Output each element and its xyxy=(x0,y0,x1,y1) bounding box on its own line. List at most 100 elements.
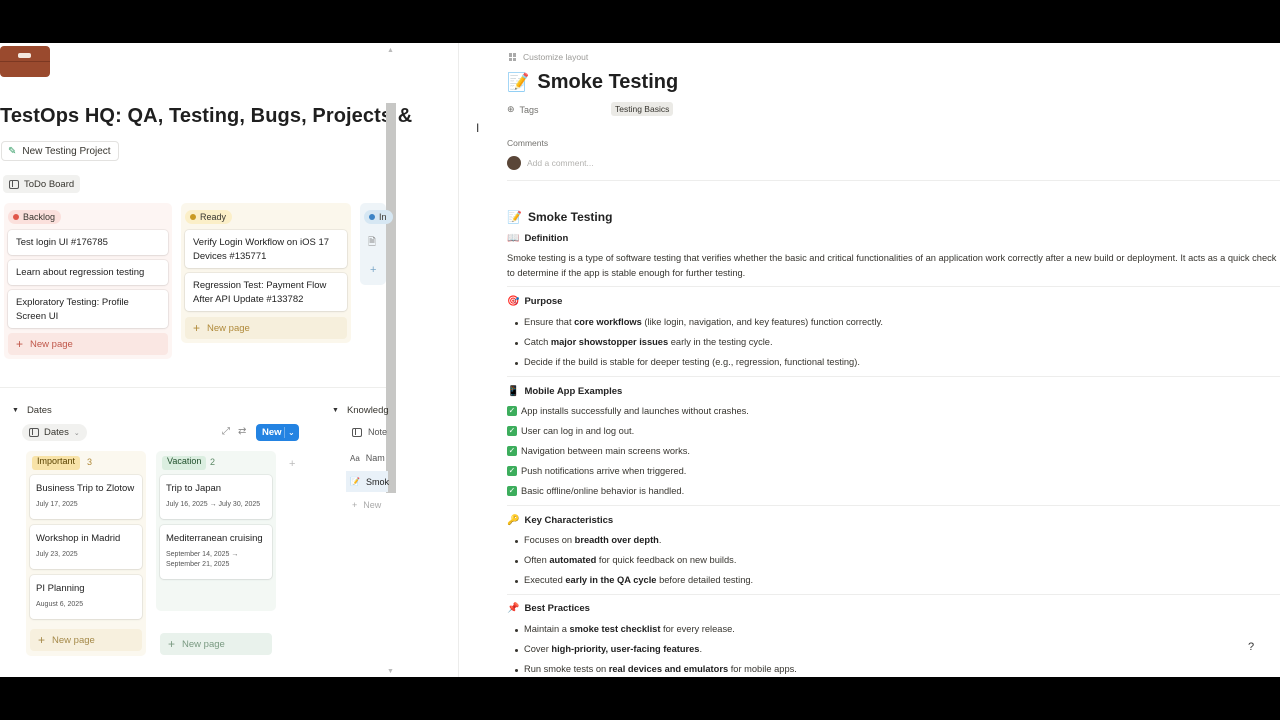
date-card[interactable]: Mediterranean cruising September 14, 202… xyxy=(160,525,272,579)
knowledge-new-row[interactable]: + New xyxy=(352,500,381,510)
knowledge-row-selected[interactable]: 📝 Smok xyxy=(346,471,389,492)
chevron-down-icon[interactable]: ⌄ xyxy=(285,428,295,437)
chevron-down-icon: ⌄ xyxy=(73,429,80,437)
bullet-bold: smoke test checklist xyxy=(569,624,661,634)
expand-icon[interactable]: ⤢ xyxy=(222,426,230,437)
bullet-text: before detailed testing. xyxy=(656,575,754,585)
new-testing-project-button[interactable]: ✎ New Testing Project xyxy=(1,141,119,161)
card-title: Trip to Japan xyxy=(166,483,222,494)
bullet-bold: high-priority, user-facing features xyxy=(551,644,700,654)
new-button[interactable]: New ⌄ xyxy=(256,424,299,441)
customize-layout-label: Customize layout xyxy=(523,52,589,62)
new-page-button[interactable]: + New page xyxy=(160,633,272,655)
plus-icon: + xyxy=(352,500,358,510)
knowledge-column-header[interactable]: Aa Nam xyxy=(350,453,385,463)
status-dot-icon xyxy=(369,214,375,220)
checklist-item: ✓ Basic offline/online behavior is handle… xyxy=(507,486,684,496)
dates-view-chip[interactable]: Dates ⌄ xyxy=(22,424,87,441)
help-icon[interactable]: ? xyxy=(1243,639,1259,655)
book-icon: 📖 xyxy=(507,233,520,244)
best-practices-heading-text: Best Practices xyxy=(524,603,590,614)
characteristics-bullet: Focuses on breadth over depth. xyxy=(514,535,661,545)
divider xyxy=(507,180,1280,181)
document-pane: Customize layout 📝 Smoke Testing ⊕ Tags … xyxy=(459,43,1280,677)
new-page-button[interactable]: + New page xyxy=(185,317,347,339)
comments-label: Comments xyxy=(507,138,549,148)
comment-input[interactable]: Add a comment... xyxy=(527,158,594,168)
plus-icon: + xyxy=(168,637,176,651)
bullet-bold: core workflows xyxy=(574,317,642,327)
card-title: Mediterranean cruising xyxy=(166,533,263,544)
memo-icon: 📝 xyxy=(507,210,522,224)
board-card[interactable]: Learn about regression testing xyxy=(8,260,168,285)
knowledge-section-toggle[interactable]: ▼ Knowledg xyxy=(332,405,389,416)
bullet-text: Focuses on xyxy=(524,535,575,545)
group-count: 2 xyxy=(210,457,216,467)
scrollbar[interactable] xyxy=(386,103,396,493)
bullet-text: (like login, navigation, and key feature… xyxy=(641,317,883,327)
bullet-bold: early in the QA cycle xyxy=(565,575,657,585)
date-card[interactable]: Workshop in Madrid July 23, 2025 xyxy=(30,525,142,569)
new-page-button[interactable]: + New page xyxy=(8,333,168,355)
settings-sliders-icon[interactable]: ⇄ xyxy=(238,426,246,437)
board-card[interactable]: Exploratory Testing: Profile Screen UI xyxy=(8,290,168,328)
bullet-text: Often xyxy=(524,555,550,565)
characteristics-heading: 🔑 Key Characteristics xyxy=(507,515,613,526)
check-mark-icon: ✓ xyxy=(507,426,517,436)
date-card[interactable]: Trip to Japan July 16, 2025 → July 30, 2… xyxy=(160,475,272,519)
status-pill-ready[interactable]: Ready xyxy=(185,210,233,224)
card-date: August 6, 2025 xyxy=(36,601,84,608)
status-pill-backlog[interactable]: Backlog xyxy=(8,210,62,224)
date-card[interactable]: Business Trip to Zlotow July 17, 2025 xyxy=(30,475,142,519)
text-cursor-icon: I xyxy=(476,121,480,135)
card-title: PI Planning xyxy=(36,583,85,594)
app-window: ▲ TestOps HQ: QA, Testing, Bugs, Project… xyxy=(0,43,1280,677)
divider xyxy=(507,286,1280,287)
group-label-important[interactable]: Important xyxy=(32,456,81,470)
customize-layout-button[interactable]: Customize layout xyxy=(509,52,588,62)
key-icon: 🔑 xyxy=(507,515,520,526)
definition-heading: 📖 Definition xyxy=(507,233,568,244)
view-tab-todo-board[interactable]: ToDo Board xyxy=(3,175,81,193)
dates-section-label: Dates xyxy=(26,405,52,416)
column-label: In xyxy=(379,212,387,222)
tags-property-label[interactable]: ⊕ Tags xyxy=(507,104,539,115)
board-card[interactable]: Test login UI #176785 xyxy=(8,230,168,255)
board-column-backlog: Backlog Test login UI #176785 Learn abou… xyxy=(4,203,172,359)
target-icon: 🎯 xyxy=(507,296,520,307)
group-column-important: Important 3 Business Trip to Zlotow July… xyxy=(26,451,146,656)
divider xyxy=(0,387,386,388)
new-page-label: New page xyxy=(207,322,250,334)
new-testing-project-label: New Testing Project xyxy=(22,145,111,157)
characteristics-bullet: Executed early in the QA cycle before de… xyxy=(514,575,754,585)
date-card[interactable]: PI Planning August 6, 2025 xyxy=(30,575,142,619)
dates-section-toggle[interactable]: ▼ Dates xyxy=(12,405,52,416)
knowledge-view-tab[interactable]: Note xyxy=(352,427,387,437)
scroll-up-arrow-icon[interactable]: ▲ xyxy=(387,47,394,54)
document-icon[interactable]: 🗎 xyxy=(368,235,376,252)
best-practices-bullet: Maintain a smoke test checklist for ever… xyxy=(515,624,735,634)
add-group-plus-icon[interactable]: + xyxy=(289,458,295,470)
memo-icon: 📝 xyxy=(350,477,360,486)
new-page-button[interactable]: + New page xyxy=(30,629,142,651)
checklist-text: Basic offline/online behavior is handled… xyxy=(521,486,685,496)
tag-chip[interactable]: Testing Basics xyxy=(611,102,674,116)
divider xyxy=(507,376,1280,377)
document-title-text[interactable]: Smoke Testing xyxy=(537,71,678,94)
purpose-bullet: Ensure that core workflows (like login, … xyxy=(515,317,883,327)
board-icon xyxy=(9,179,19,189)
plus-icon[interactable]: + xyxy=(370,264,376,276)
group-label-vacation[interactable]: Vacation xyxy=(162,456,207,470)
purpose-bullet: Catch major showstopper issues early in … xyxy=(515,337,773,347)
purpose-heading: 🎯 Purpose xyxy=(507,296,562,307)
plus-icon: + xyxy=(38,633,46,647)
row-label: Smok xyxy=(365,476,389,487)
briefcase-icon[interactable] xyxy=(0,46,50,77)
memo-icon[interactable]: 📝 xyxy=(507,72,529,93)
check-mark-icon: ✓ xyxy=(507,446,517,456)
card-date: September 14, 2025 → September 21, 2025 xyxy=(166,551,239,568)
status-pill-in-progress[interactable]: In xyxy=(364,210,393,224)
scroll-down-arrow-icon[interactable]: ▼ xyxy=(387,668,394,675)
board-card[interactable]: Regression Test: Payment Flow After API … xyxy=(185,273,347,311)
board-card[interactable]: Verify Login Workflow on iOS 17 Devices … xyxy=(185,230,347,268)
